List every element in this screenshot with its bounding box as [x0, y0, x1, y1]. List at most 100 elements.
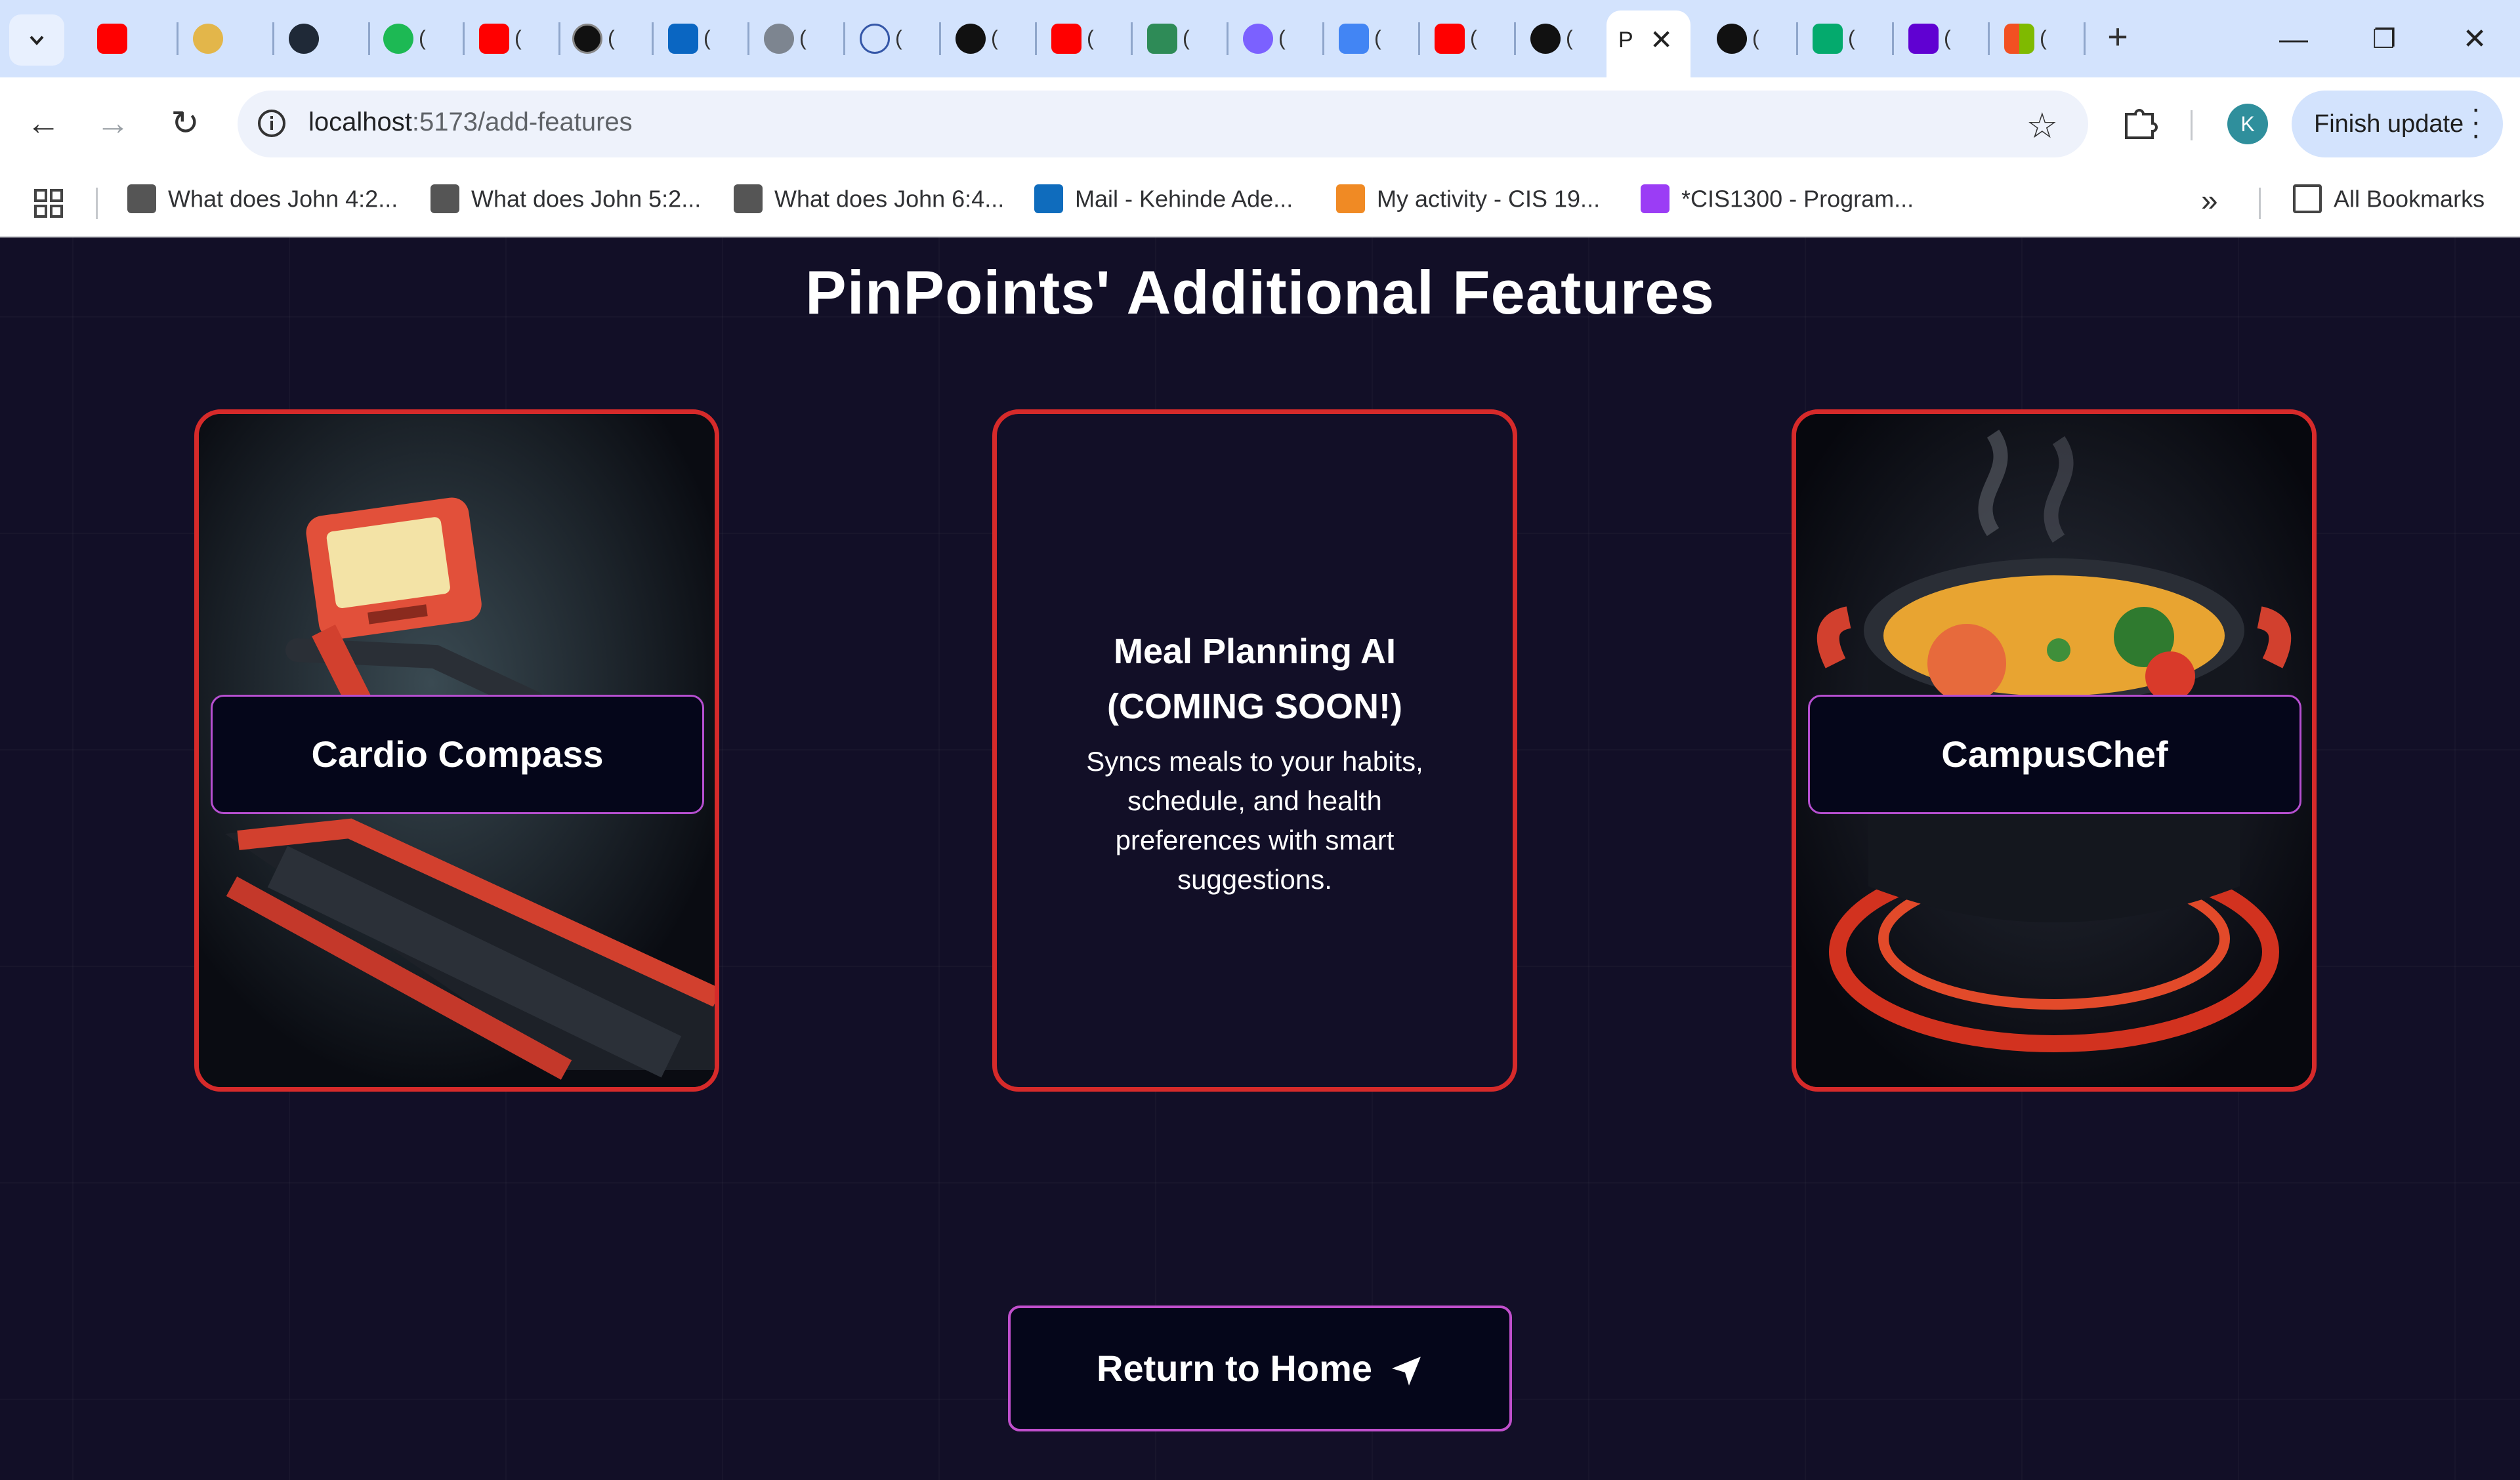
tab-youtube[interactable]: [85, 17, 178, 60]
github-icon: [956, 24, 986, 54]
money-bag-icon: [193, 24, 223, 54]
finish-update-button[interactable]: Finish update · · ·: [2292, 91, 2503, 157]
tab-title: (: [799, 26, 807, 50]
microsoft-icon: [2004, 24, 2034, 54]
tab-calendar[interactable]: (: [1231, 17, 1324, 60]
tab-microsoft[interactable]: (: [1992, 17, 2086, 60]
extensions-icon[interactable]: [2120, 102, 2159, 142]
bookmark-item[interactable]: Mail - Kehinde Ade...: [1034, 184, 1293, 223]
active-tab[interactable]: P ✕: [1606, 10, 1690, 77]
tab-disney[interactable]: (: [848, 17, 941, 60]
folder-icon: [2293, 184, 2322, 214]
tab-study[interactable]: (: [1135, 17, 1228, 60]
youtube-icon: [1051, 24, 1082, 54]
close-tab-icon[interactable]: ✕: [1650, 24, 1673, 56]
return-home-label: Return to Home: [1097, 1347, 1372, 1389]
tab-w3schools[interactable]: (: [1801, 17, 1894, 60]
tab-money[interactable]: [181, 17, 274, 60]
bookmark-item[interactable]: *CIS1300 - Program...: [1641, 184, 1914, 223]
tab-title: (: [514, 26, 522, 50]
tab-search-button[interactable]: [9, 14, 64, 66]
tab-chatgpt[interactable]: (: [1705, 17, 1798, 60]
tab-youtube-2[interactable]: (: [467, 17, 560, 60]
forward-icon[interactable]: →: [89, 100, 136, 147]
bookmark-label: What does John 4:2...: [168, 185, 398, 213]
bookmark-label: What does John 5:2...: [471, 185, 702, 213]
docs-icon: [1339, 24, 1369, 54]
grammar-g-icon: [572, 24, 602, 54]
tab-spotify[interactable]: (: [371, 17, 465, 60]
navigation-arrow-icon: [1392, 1357, 1421, 1386]
bookmark-star-icon[interactable]: ☆: [2026, 105, 2058, 146]
tab-docs[interactable]: (: [1327, 17, 1420, 60]
tab-grammarly[interactable]: (: [560, 17, 654, 60]
card-label: CampusChef: [1808, 695, 2301, 814]
bookmark-item[interactable]: My activity - CIS 19...: [1336, 184, 1600, 223]
bookmark-item[interactable]: What does John 4:2...: [127, 184, 398, 223]
bookmark-item[interactable]: What does John 6:4...: [734, 184, 1004, 223]
tab-title: (: [1470, 26, 1477, 50]
url-text[interactable]: localhost:5173/add-features: [308, 108, 633, 137]
feature-card-cardio-compass[interactable]: Cardio Compass: [194, 409, 719, 1092]
more-bookmarks-icon[interactable]: »: [2201, 182, 2218, 218]
page-title: PinPoints' Additional Features: [805, 258, 1715, 327]
card-title-line1: Meal Planning AI: [1113, 632, 1396, 671]
card-label: Cardio Compass: [211, 695, 704, 814]
feature-card-meal-planning[interactable]: Meal Planning AI (COMING SOON!) Syncs me…: [992, 409, 1517, 1092]
tophat-icon: [1641, 184, 1670, 214]
close-window-icon[interactable]: ✕: [2445, 13, 2504, 66]
url-host: localhost: [308, 108, 412, 136]
tab-title: (: [1278, 26, 1286, 50]
bookmark-item[interactable]: What does John 5:2...: [430, 184, 701, 223]
site-info-icon[interactable]: [256, 108, 287, 139]
tab-youtube-3[interactable]: (: [1040, 17, 1133, 60]
linkedin-icon: [668, 24, 698, 54]
restore-icon[interactable]: ❐: [2355, 13, 2414, 66]
openai-icon: [1717, 24, 1747, 54]
globe-icon: [764, 24, 794, 54]
tab-youtube-4[interactable]: (: [1423, 17, 1516, 60]
return-home-button[interactable]: Return to Home: [1008, 1305, 1512, 1431]
youtube-icon: [1435, 24, 1465, 54]
new-tab-button[interactable]: +: [2097, 17, 2138, 58]
address-bar[interactable]: localhost:5173/add-features ☆: [238, 91, 2088, 157]
tab-linkedin[interactable]: (: [656, 17, 749, 60]
tab-yahoo[interactable]: (: [1897, 17, 1990, 60]
card-title-line2: (COMING SOON!): [1107, 687, 1402, 726]
tab-title: (: [608, 26, 615, 50]
bookmark-page-icon: [430, 184, 459, 214]
tab-github[interactable]: (: [944, 17, 1037, 60]
minimize-icon[interactable]: —: [2264, 13, 2323, 66]
tab-strip: ( ( ( ( ( ( ( ( ( ( ( ( ( P ✕ ( ( ( ( + …: [0, 0, 2520, 77]
apps-grid-icon[interactable]: [33, 188, 64, 219]
back-icon[interactable]: ←: [20, 100, 67, 147]
page-content: PinPoints' Additional Features Cardio Co…: [0, 237, 2520, 1480]
tab-d[interactable]: [277, 17, 370, 60]
all-bookmarks-label: All Bookmarks: [2334, 185, 2485, 213]
url-path: :5173/add-features: [411, 108, 633, 136]
tab-title: (: [419, 26, 426, 50]
notification-badge-icon: [1243, 24, 1273, 54]
all-bookmarks-folder[interactable]: All Bookmarks: [2293, 184, 2485, 223]
tab-web[interactable]: (: [752, 17, 845, 60]
github-icon: [1530, 24, 1561, 54]
more-menu-icon[interactable]: · · ·: [2471, 94, 2481, 150]
w3schools-icon: [1813, 24, 1843, 54]
card-description: Syncs meals to your habits, schedule, an…: [1086, 746, 1423, 895]
tab-title: (: [704, 26, 711, 50]
d-logo-icon: [289, 24, 319, 54]
finish-update-label: Finish update: [2314, 110, 2464, 138]
tab-title: (: [2040, 26, 2047, 50]
bookmark-label: What does John 6:4...: [774, 185, 1005, 213]
tab-github-2[interactable]: (: [1519, 17, 1608, 60]
bookmark-page-icon: [127, 184, 156, 214]
youtube-icon: [479, 24, 509, 54]
bookmark-label: *CIS1300 - Program...: [1681, 185, 1914, 213]
bookmark-label: My activity - CIS 19...: [1377, 185, 1601, 213]
reload-icon[interactable]: ↻: [161, 100, 209, 147]
chevron-down-icon: [30, 35, 44, 45]
feature-card-campuschef[interactable]: CampusChef: [1792, 409, 2317, 1092]
yahoo-icon: [1908, 24, 1939, 54]
zybooks-icon: [1336, 184, 1365, 214]
profile-avatar[interactable]: K: [2227, 104, 2268, 144]
